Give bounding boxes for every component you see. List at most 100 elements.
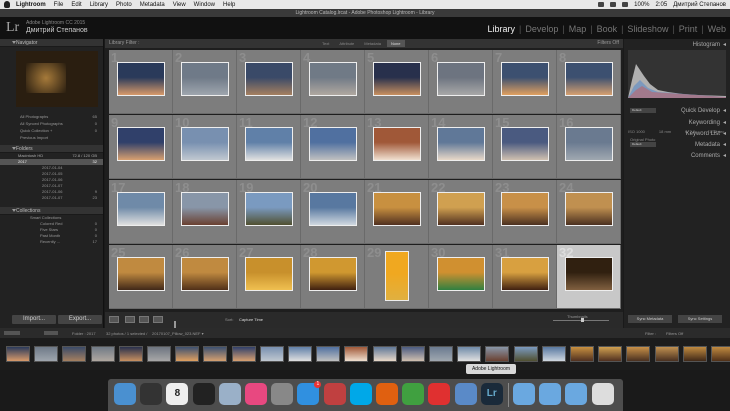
photo-thumbnail[interactable] — [117, 62, 165, 96]
menu-clock[interactable]: 2:05 — [656, 2, 668, 8]
filmstrip[interactable] — [0, 338, 730, 370]
filmstrip-thumbnail[interactable] — [372, 346, 397, 362]
firefox-icon[interactable] — [376, 383, 398, 405]
grid-cell[interactable]: 31 — [493, 245, 557, 309]
status-icon[interactable] — [598, 2, 605, 7]
photo-thumbnail[interactable] — [117, 257, 165, 291]
filmstrip-thumbnail[interactable] — [654, 346, 679, 362]
folders-header[interactable]: Folders — [0, 145, 103, 153]
photo-thumbnail[interactable] — [373, 127, 421, 161]
filmstrip-thumbnail[interactable] — [682, 346, 707, 362]
grid-icon[interactable] — [44, 331, 58, 335]
filmstrip-thumbnail[interactable] — [6, 346, 30, 362]
collections-header[interactable]: Collections — [0, 207, 103, 215]
skype-icon[interactable] — [349, 383, 372, 405]
itunes-icon[interactable] — [245, 383, 267, 405]
menu-user[interactable]: Дмитрий Степанов — [673, 2, 726, 8]
photobooth-icon[interactable] — [323, 383, 346, 405]
navigator-header[interactable]: Navigator — [0, 39, 103, 47]
secondary-display-icon[interactable] — [4, 331, 20, 335]
photo-thumbnail[interactable] — [309, 192, 357, 226]
photo-thumbnail[interactable] — [309, 62, 357, 96]
grid-cell[interactable]: 27 — [237, 245, 301, 309]
menu-photo[interactable]: Photo — [116, 2, 132, 8]
photo-thumbnail[interactable] — [565, 257, 613, 291]
photo-thumbnail[interactable] — [245, 192, 293, 226]
photo-thumbnail[interactable] — [437, 257, 485, 291]
saved-preset-select[interactable]: Default — [630, 108, 656, 113]
photo-thumbnail[interactable] — [385, 251, 409, 301]
dashboard-icon[interactable] — [192, 383, 215, 405]
grid-cell[interactable]: 29 — [365, 245, 429, 309]
module-web[interactable]: Web — [708, 24, 726, 34]
thumbnail-size-knob[interactable] — [581, 318, 584, 322]
folder-item[interactable]: 2017-01-07 23 — [0, 195, 103, 201]
battery-icon[interactable] — [622, 2, 629, 7]
menu-file[interactable]: File — [54, 2, 64, 8]
filmstrip-thumbnail[interactable] — [231, 346, 256, 362]
grid-cell[interactable]: 5 — [365, 50, 429, 114]
filmstrip-thumbnail[interactable] — [259, 346, 284, 362]
filmstrip-thumbnail[interactable] — [147, 346, 171, 362]
photo-thumbnail[interactable] — [565, 192, 613, 226]
photo-thumbnail[interactable] — [373, 62, 421, 96]
photo-thumbnail[interactable] — [501, 257, 549, 291]
keywording-header[interactable]: Keywording ◂ — [689, 119, 726, 127]
photo-thumbnail[interactable] — [117, 127, 165, 161]
filmstrip-thumbnail[interactable] — [62, 346, 87, 362]
menu-library[interactable]: Library — [90, 2, 108, 8]
grid-cell[interactable]: 15 — [493, 115, 557, 179]
collection-item[interactable]: Recently ... 17 — [0, 239, 103, 245]
grid-cell[interactable]: 17 — [109, 180, 173, 244]
chrome-icon[interactable] — [402, 383, 425, 405]
grid-cell[interactable]: 10 — [173, 115, 237, 179]
menu-edit[interactable]: Edit — [71, 2, 81, 8]
file-name[interactable]: 20170107_Pillow_023.NEF ▾ — [152, 331, 204, 336]
filmstrip-thumbnail[interactable] — [344, 346, 369, 362]
photo-thumbnail[interactable] — [565, 127, 613, 161]
filter-preset[interactable]: Filters Off — [597, 39, 619, 48]
photo-thumbnail[interactable] — [245, 62, 293, 96]
wifi-icon[interactable] — [610, 2, 617, 7]
grid-cell[interactable]: 8 — [557, 50, 621, 114]
filmstrip-thumbnail[interactable] — [457, 346, 482, 362]
photo-thumbnail[interactable] — [437, 192, 485, 226]
screen-icon[interactable] — [454, 383, 477, 405]
module-develop[interactable]: Develop — [525, 24, 558, 34]
documents-folder-icon[interactable] — [565, 383, 588, 405]
appstore-icon[interactable]: 1 — [297, 381, 322, 405]
loupe-view-icon[interactable] — [125, 316, 135, 323]
photo-thumbnail[interactable] — [117, 192, 165, 226]
import-button[interactable]: Import... — [12, 315, 56, 324]
preview-icon[interactable] — [218, 383, 241, 405]
histogram-header[interactable]: Histogram ◂ — [693, 41, 726, 49]
catalog-item[interactable]: All Photographs 65 — [0, 113, 103, 120]
grid-cell[interactable]: 20 — [301, 180, 365, 244]
filmstrip-thumbnail[interactable] — [288, 346, 312, 362]
grid-view-icon[interactable] — [109, 316, 119, 323]
grid-cell[interactable]: 30 — [429, 245, 493, 309]
yandex-icon[interactable] — [428, 383, 451, 405]
grid-cell[interactable]: 22 — [429, 180, 493, 244]
survey-view-icon[interactable] — [153, 316, 163, 323]
photo-thumbnail[interactable] — [501, 62, 549, 96]
photo-thumbnail[interactable] — [245, 257, 293, 291]
filmstrip-thumbnail[interactable] — [175, 346, 200, 362]
lightroom-icon[interactable]: Lr — [480, 383, 503, 405]
filmstrip-thumbnail[interactable] — [118, 346, 143, 362]
filmstrip-thumbnail[interactable] — [513, 346, 538, 362]
menu-window[interactable]: Window — [194, 2, 215, 8]
grid-cell[interactable]: 23 — [493, 180, 557, 244]
filmstrip-filter-select[interactable]: Filters Off — [666, 331, 683, 336]
downloads-folder-icon[interactable] — [539, 383, 562, 405]
keyword-list-header[interactable]: Keyword List ◂ — [686, 130, 726, 138]
grid-cell[interactable]: 25 — [109, 245, 173, 309]
module-library[interactable]: Library — [487, 24, 515, 34]
comments-header[interactable]: Comments ◂ — [691, 152, 726, 160]
filmstrip-thumbnail[interactable] — [626, 346, 651, 362]
photo-thumbnail[interactable] — [373, 192, 421, 226]
filmstrip-thumbnail[interactable] — [316, 346, 341, 362]
menu-metadata[interactable]: Metadata — [140, 2, 165, 8]
grid-cell[interactable]: 2 — [173, 50, 237, 114]
grid-cell[interactable]: 28 — [301, 245, 365, 309]
